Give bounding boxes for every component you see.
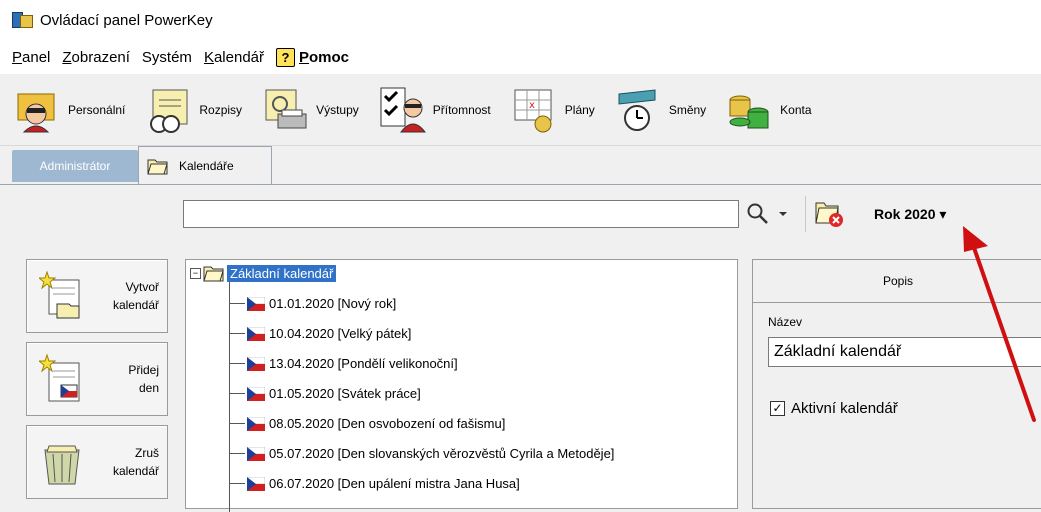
menu-pomoc[interactable]: ? Pomoc [276,47,349,67]
svg-text:x: x [529,100,535,111]
tree-item[interactable]: 05.07.2020 [Den slovanských věrozvěstů C… [229,446,614,461]
tree-item[interactable]: 08.05.2020 [Den osvobození od fašismu] [229,416,505,431]
tree-item[interactable]: 01.01.2020 [Nový rok] [229,296,396,311]
year-dropdown[interactable]: Rok 2020 ▾ [874,206,946,223]
czech-flag-icon [247,326,265,341]
window-title: Ovládací panel PowerKey [40,11,213,29]
new-calendar-icon [39,270,80,319]
calendar-tree[interactable]: − Základní kalendář 01.01.2020 [Nový rok… [185,259,738,512]
czech-flag-icon [247,386,265,401]
schedule-icon [150,89,188,133]
collapse-icon[interactable]: − [190,267,201,279]
tree-item[interactable]: 01.05.2020 [Svátek práce] [229,386,421,401]
tree-item[interactable]: 10.04.2020 [Velký pátek] [229,326,411,341]
czech-flag-icon [247,416,265,431]
toolbar-rozpisy-button[interactable]: Rozpisy [145,86,242,134]
search-input[interactable] [183,200,739,228]
tree-item[interactable]: 13.04.2020 [Pondělí velikonoční] [229,356,458,371]
toolbar-pritomnost-button[interactable]: Přítomnost [379,86,491,134]
toolbar-konta-button[interactable]: Konta [726,86,812,134]
czech-flag-icon [247,356,265,371]
delete-calendar-button[interactable]: Zruš kalendář [26,425,168,499]
main-toolbar: Personální Rozpisy Výstupy Přítomnost x … [0,74,1041,146]
tree-root-label: Základní kalendář [227,264,337,282]
menu-zobrazeni[interactable]: Zobrazení [62,49,130,66]
menu-bar: Panel Zobrazení Systém Kalendář ? Pomoc [0,40,1041,74]
tree-root[interactable]: − Základní kalendář [190,264,337,282]
name-label: Název [768,315,803,329]
outputs-icon [265,89,307,128]
toolbar-personalni-button[interactable]: Personální [14,86,125,134]
tab-administrator[interactable]: Administrátor [12,150,138,182]
attendance-icon [380,87,426,132]
calendar-folder-icon [147,159,168,174]
czech-flag-icon [247,446,265,461]
create-calendar-button[interactable]: Vytvoř kalendář [26,259,168,333]
toolbar-smeny-button[interactable]: Směny [615,86,706,134]
tab-kalendare[interactable]: Kalendáře [138,146,272,184]
shifts-icon [618,88,656,131]
search-icon [747,203,768,224]
toolbar-separator [805,196,806,232]
accounts-icon [729,95,769,128]
menu-panel[interactable]: Panel [12,49,50,66]
clear-filter-icon[interactable] [812,199,848,229]
menu-kalendar[interactable]: Kalendář [204,49,264,66]
tab-strip: Administrátor Kalendáře [0,146,1041,184]
name-field[interactable] [768,337,1041,367]
plans-icon: x [514,89,552,132]
czech-flag-icon [247,476,265,491]
chevron-down-icon [779,212,787,216]
add-day-icon [39,353,80,402]
title-bar: Ovládací panel PowerKey [0,0,1041,40]
app-icon [12,12,33,28]
menu-system[interactable]: Systém [142,49,192,66]
czech-flag-icon [247,296,265,311]
toolbar-plany-button[interactable]: x Plány [511,86,595,134]
trash-icon [44,445,80,485]
add-day-button[interactable]: Přidej den [26,342,168,416]
help-icon: ? [276,47,295,67]
toolbar-vystupy-button[interactable]: Výstupy [262,86,359,134]
details-panel: Popis Název ✓ Aktivní kalendář [752,259,1041,509]
tree-item[interactable]: 06.07.2020 [Den upálení mistra Jana Husa… [229,476,520,491]
search-button[interactable] [746,200,796,228]
personnel-icon [17,93,55,132]
calendar-folder-icon [203,266,224,282]
checkbox-checked-icon: ✓ [770,401,785,416]
tab-popis[interactable]: Popis [753,260,1041,303]
active-calendar-checkbox[interactable]: ✓ Aktivní kalendář [770,400,898,417]
